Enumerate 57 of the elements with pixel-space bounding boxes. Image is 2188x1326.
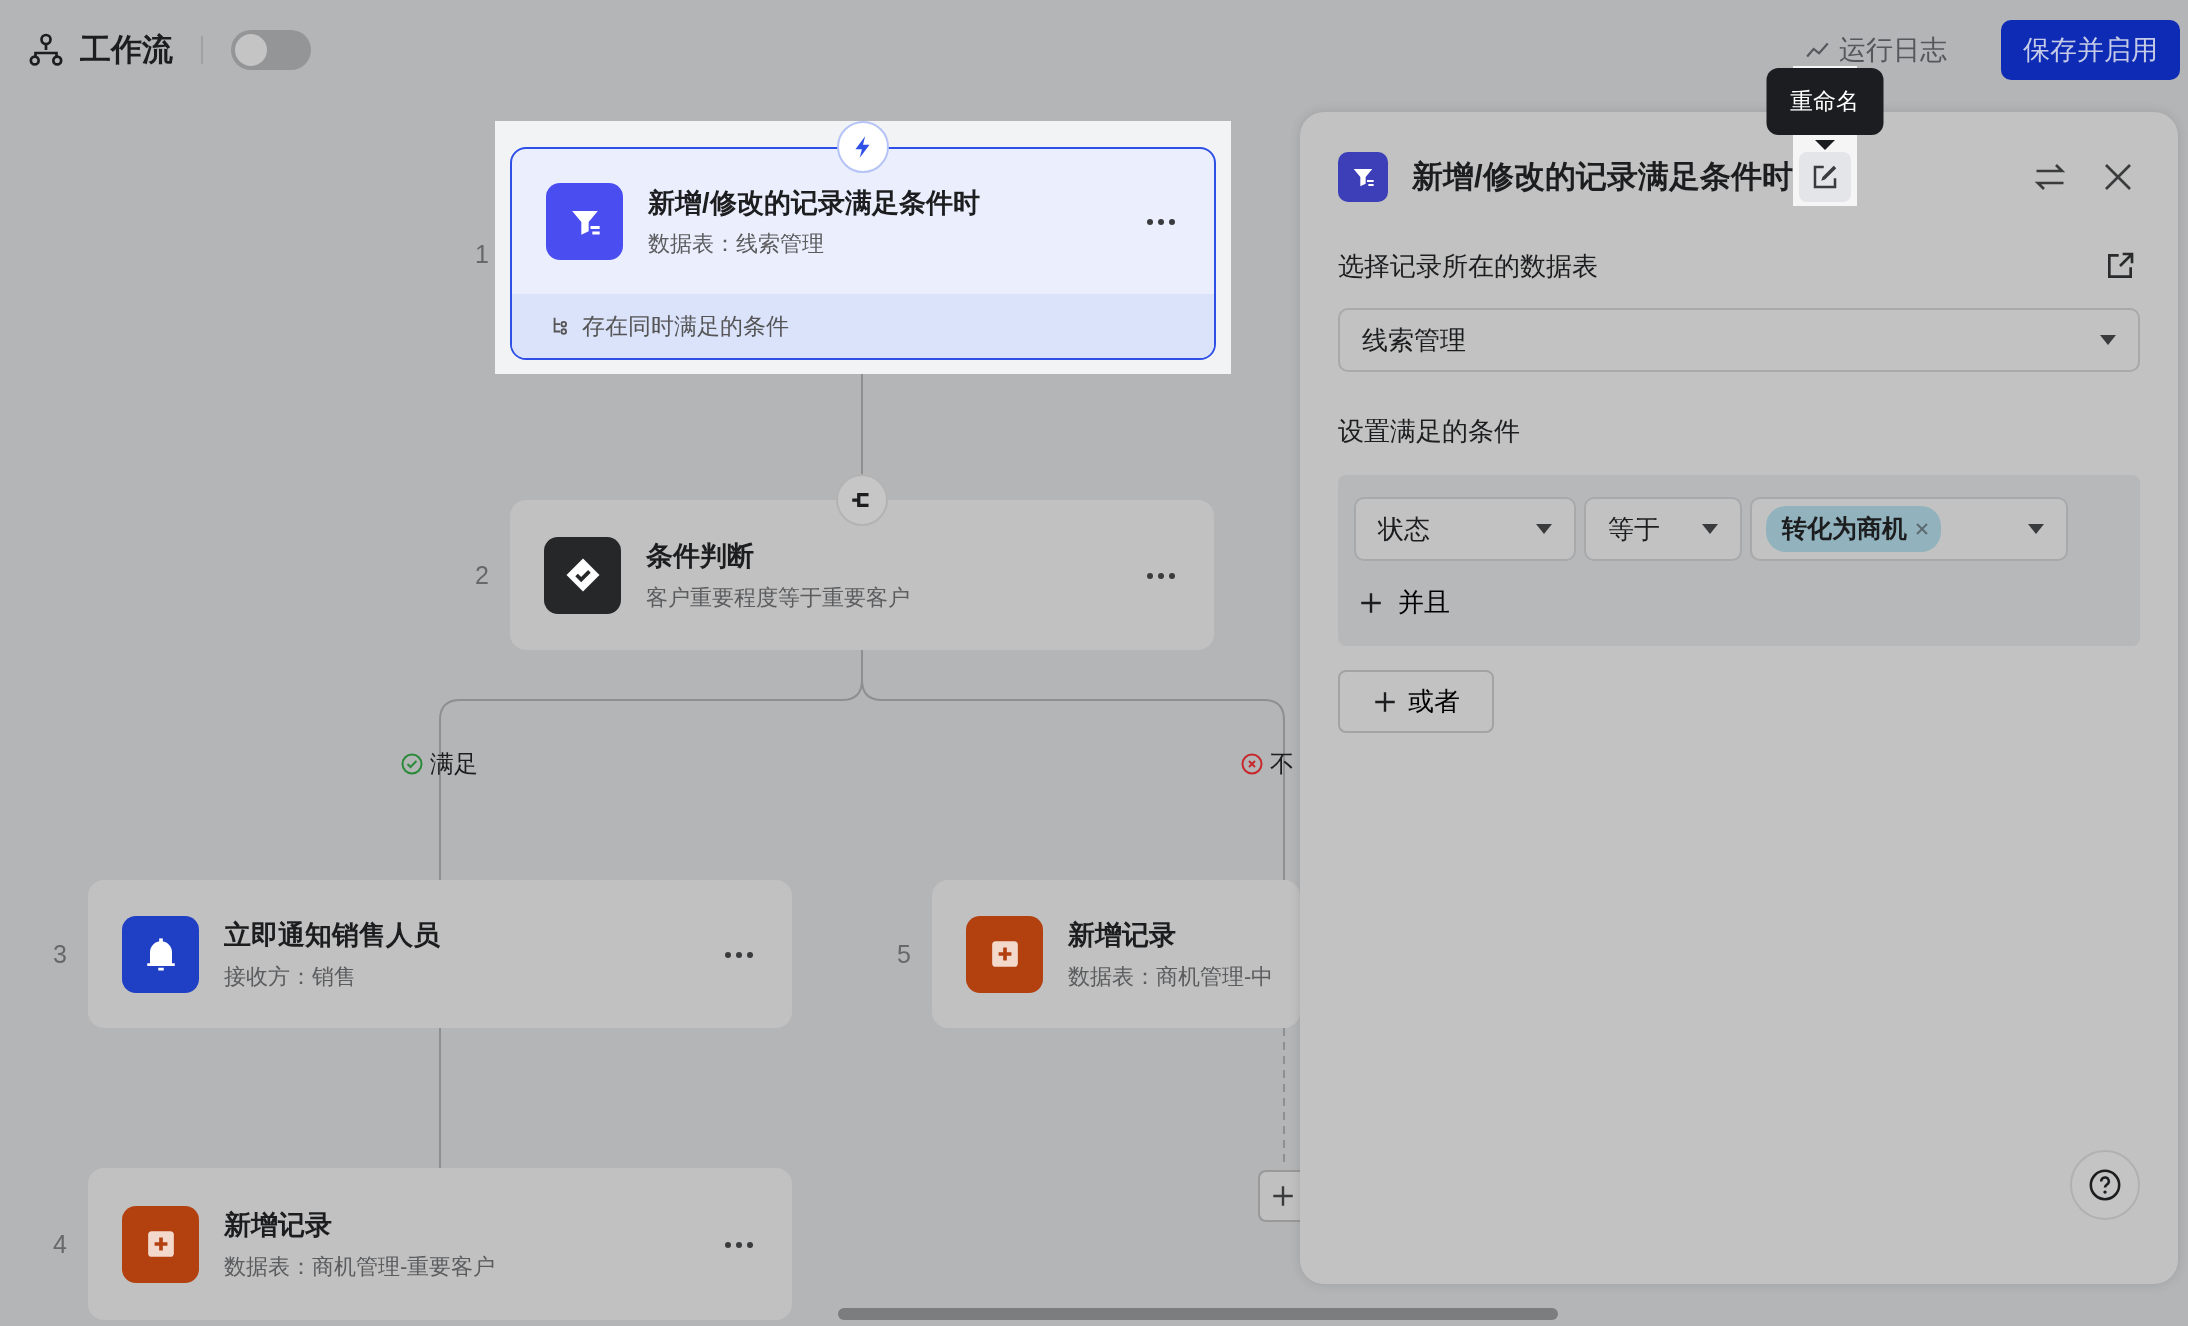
save-button[interactable]: 保存并启用: [2001, 19, 2180, 81]
field-label: 设置满足的条件: [1338, 415, 1521, 448]
step-number: 2: [475, 560, 489, 591]
node-title: 新增记录: [1068, 919, 1177, 953]
node-subtitle: 数据表：商机管理-中: [1068, 962, 1274, 991]
operator-select[interactable]: 等于: [1584, 497, 1742, 561]
error-circle-icon: [1240, 752, 1264, 776]
table-select[interactable]: 线索管理: [1338, 308, 2140, 372]
node-card[interactable]: 新增记录 数据表：商机管理-重要客户: [88, 1168, 792, 1320]
funnel-icon: [546, 183, 623, 260]
value-tag: 转化为商机: [1766, 506, 1941, 552]
funnel-icon: [1338, 152, 1388, 202]
toggle-switch[interactable]: [231, 30, 311, 70]
node-card[interactable]: 条件判断 客户重要程度等于重要客户: [510, 500, 1214, 650]
node-card[interactable]: 立即通知销售人员 接收方：销售: [88, 880, 792, 1028]
and-button[interactable]: 并且: [1354, 577, 1454, 628]
node-title: 新增/修改的记录满足条件时: [648, 186, 980, 220]
add-record-icon: [966, 915, 1043, 993]
step-number: 1: [475, 238, 489, 270]
node-card[interactable]: 新增记录 数据表：商机管理-中: [932, 880, 1300, 1028]
add-step-button[interactable]: [1258, 1170, 1300, 1222]
node-footer-text: 存在同时满足的条件: [582, 311, 789, 341]
caret-icon: [2028, 524, 2044, 534]
field-select[interactable]: 状态: [1354, 497, 1576, 561]
workflow-icon: [28, 32, 64, 68]
horizontal-scrollbar[interactable]: [838, 1308, 1558, 1320]
edit-icon[interactable]: [1798, 152, 1851, 202]
page-title: 工作流: [80, 30, 173, 69]
diamond-check-icon: [544, 536, 621, 614]
field-label: 选择记录所在的数据表: [1338, 249, 1598, 283]
node-title: 新增记录: [224, 1209, 333, 1243]
branch-label: 满足: [430, 749, 478, 779]
node-subtitle: 数据表：线索管理: [648, 230, 825, 259]
bell-icon: [122, 915, 199, 993]
check-circle-icon: [400, 752, 424, 776]
caret-icon: [1536, 524, 1552, 534]
node-title: 条件判断: [646, 540, 755, 574]
node-subtitle: 客户重要程度等于重要客户: [646, 583, 910, 612]
branch-connector-icon: [836, 474, 888, 526]
node-card[interactable]: 新增/修改的记录满足条件时 数据表：线索管理 存在同时满足的条件: [510, 147, 1216, 360]
or-button[interactable]: 或者: [1338, 670, 1494, 733]
caret-icon: [1702, 524, 1718, 534]
node-subtitle: 数据表：商机管理-重要客户: [224, 1252, 496, 1281]
value-select[interactable]: 转化为商机: [1750, 497, 2068, 561]
step-number: 4: [53, 1229, 67, 1260]
remove-icon[interactable]: [1915, 522, 1929, 536]
step-number: 3: [53, 939, 67, 970]
plus-icon: [1270, 1183, 1296, 1209]
caret-icon: [2100, 335, 2116, 345]
add-record-icon: [122, 1205, 199, 1283]
branch-label: 不: [1270, 749, 1294, 779]
tooltip: 重命名: [1766, 68, 1884, 135]
panel-title: 新增/修改的记录满足条件时: [1412, 157, 1793, 196]
step-number: 5: [897, 939, 911, 970]
node-subtitle: 接收方：销售: [224, 962, 357, 991]
tooltip-arrow: [1814, 140, 1835, 150]
node-title: 立即通知销售人员: [224, 919, 440, 953]
